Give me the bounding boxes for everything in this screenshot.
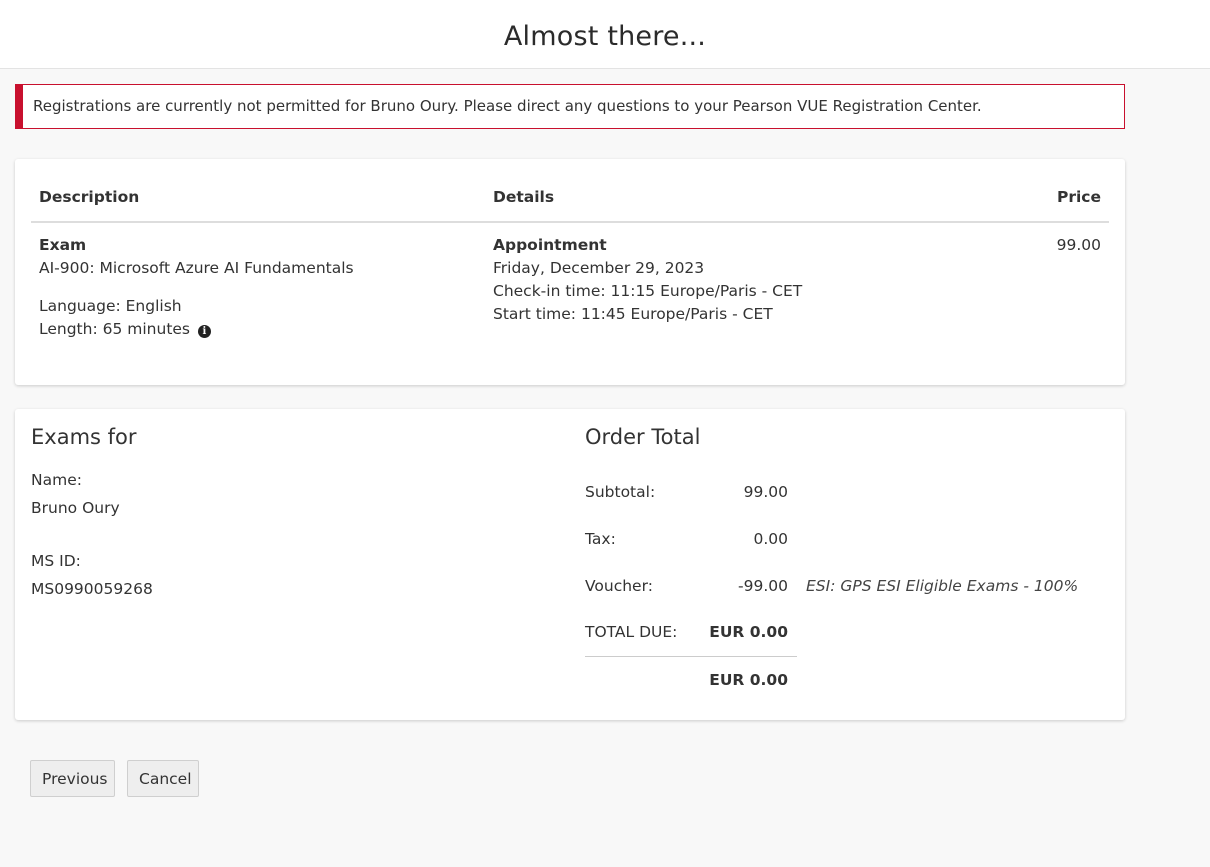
- voucher-label: Voucher:: [585, 577, 653, 595]
- summary-card: Exams for Name: Bruno Oury MS ID: MS0990…: [15, 409, 1125, 720]
- info-circle-icon[interactable]: i: [197, 325, 211, 338]
- page-title: Almost there...: [503, 21, 707, 52]
- appointment-date: Friday, December 29, 2023: [493, 259, 705, 277]
- details-cell: Appointment Friday, December 29, 2023 Ch…: [493, 234, 802, 326]
- exam-language: Language: English: [39, 297, 182, 315]
- subtotal-label: Subtotal:: [585, 483, 656, 501]
- tax-value: 0.00: [753, 530, 788, 548]
- total-due-value: EUR 0.00: [709, 623, 788, 641]
- exam-name: AI-900: Microsoft Azure AI Fundamentals: [39, 259, 354, 277]
- msid-value: MS0990059268: [31, 580, 153, 598]
- tax-label: Tax:: [585, 530, 616, 548]
- msid-label: MS ID:: [31, 552, 81, 570]
- item-type: Exam: [39, 236, 87, 254]
- candidate-name: Bruno Oury: [31, 499, 120, 517]
- checkin-time: Check-in time: 11:15 Europe/Paris - CET: [493, 282, 803, 300]
- voucher-note: ESI: GPS ESI Eligible Exams - 100%: [806, 577, 1079, 595]
- previous-button[interactable]: Previous: [30, 760, 115, 797]
- column-header-details: Details: [493, 188, 555, 206]
- subtotal-value: 99.00: [743, 483, 788, 501]
- total-divider: [585, 656, 797, 657]
- header-divider: [31, 221, 1109, 223]
- appointment-label: Appointment: [493, 236, 607, 254]
- exam-details-card: Description Details Price Exam AI-900: M…: [15, 159, 1125, 385]
- error-alert: Registrations are currently not permitte…: [15, 84, 1125, 129]
- start-time: Start time: 11:45 Europe/Paris - CET: [493, 305, 773, 323]
- exam-length: Length: 65 minutes: [39, 320, 191, 338]
- name-label: Name:: [31, 471, 82, 489]
- total-due-label: TOTAL DUE:: [585, 623, 678, 641]
- column-header-description: Description: [39, 188, 140, 206]
- cancel-button[interactable]: Cancel: [127, 760, 199, 797]
- page-header: Almost there...: [0, 0, 1210, 69]
- exams-for-heading: Exams for: [31, 425, 137, 449]
- order-total-heading: Order Total: [585, 425, 701, 449]
- exam-length-row: Length: 65 minutes i: [39, 318, 354, 341]
- item-price: 99.00: [1056, 236, 1101, 254]
- grand-total: EUR 0.00: [709, 671, 788, 689]
- description-cell: Exam AI-900: Microsoft Azure AI Fundamen…: [39, 234, 354, 341]
- voucher-value: -99.00: [738, 577, 788, 595]
- column-header-price: Price: [1056, 188, 1101, 206]
